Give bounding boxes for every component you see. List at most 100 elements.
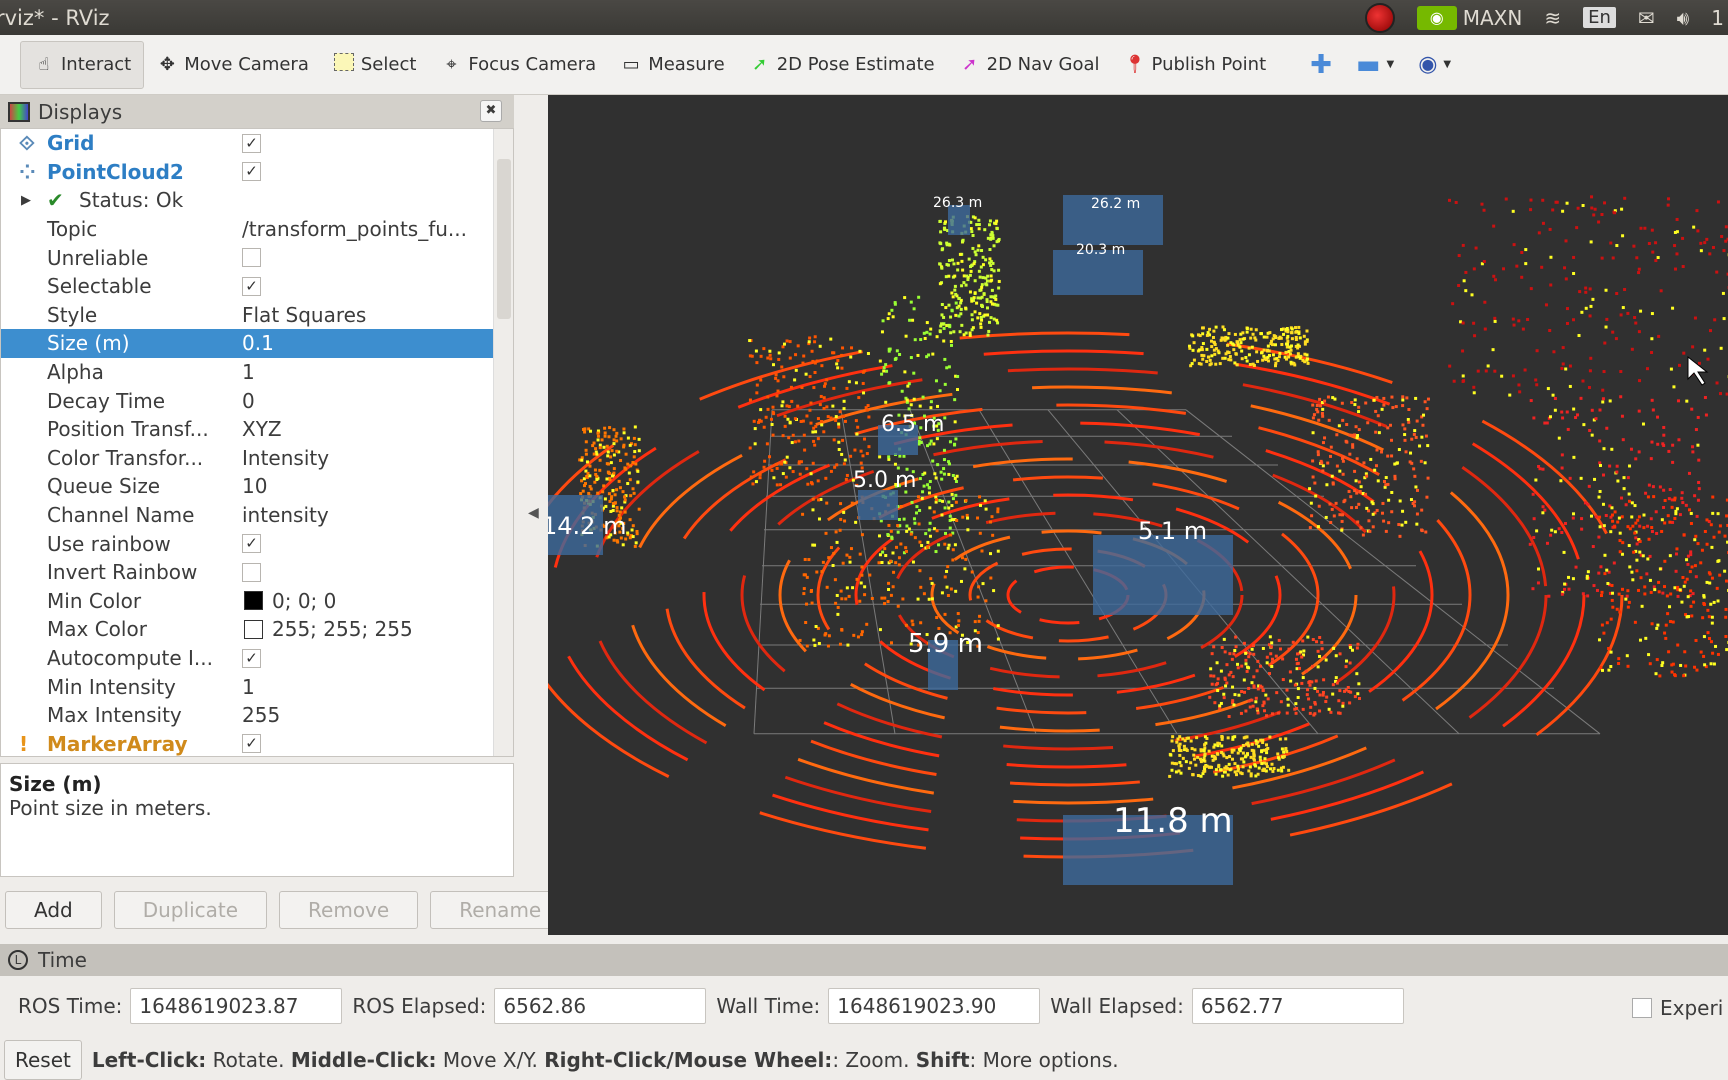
3d-viewport[interactable]: 26.3 m 26.2 m 20.3 m 6.5 m 5.0 m 14.2 m 5.1 m5… xyxy=(548,95,1728,935)
collapse-panel-icon[interactable]: ◀ xyxy=(528,505,539,521)
cloud-point xyxy=(922,484,926,488)
cloud-point xyxy=(1367,519,1371,523)
cloud-point xyxy=(1294,702,1298,706)
clock[interactable]: 1 xyxy=(1711,6,1724,30)
measure-tool[interactable]: ▭ Measure xyxy=(608,41,737,89)
property-checkbox[interactable]: ✓ xyxy=(242,534,261,554)
language-indicator[interactable]: En xyxy=(1583,7,1616,28)
property-row[interactable]: Topic/transform_points_fu... xyxy=(1,215,493,244)
cloud-point xyxy=(1718,573,1722,577)
cloud-point xyxy=(970,313,974,317)
property-value[interactable]: 1 xyxy=(242,675,255,699)
property-value[interactable]: 255 xyxy=(242,703,280,727)
nav-goal-tool[interactable]: ➚ 2D Nav Goal xyxy=(947,41,1112,89)
property-row[interactable]: Alpha 1 xyxy=(1,358,493,387)
scrollbar-thumb[interactable] xyxy=(497,159,511,319)
property-checkbox[interactable]: ✓ xyxy=(242,648,261,668)
volume-icon[interactable]: 🔊︎ xyxy=(1677,6,1690,30)
ros-elapsed-field[interactable]: 6562.86 xyxy=(494,988,707,1024)
cloud-point xyxy=(1255,669,1259,673)
wall-time-field[interactable]: 1648619023.90 xyxy=(828,988,1041,1024)
cloud-point xyxy=(1382,519,1386,523)
cloud-point xyxy=(1250,698,1254,702)
cloud-point xyxy=(610,449,614,453)
distance-label: 5.1 m xyxy=(1138,517,1207,545)
property-row[interactable]: Invert Rainbow xyxy=(1,558,493,587)
property-value[interactable]: XYZ xyxy=(242,417,282,441)
color-swatch[interactable] xyxy=(244,591,263,611)
experimental-option[interactable]: Experi xyxy=(1632,996,1723,1020)
property-row[interactable]: Queue Size 10 xyxy=(1,472,493,501)
add-tool-button[interactable]: ✚ xyxy=(1298,41,1344,89)
property-value[interactable]: Intensity xyxy=(242,446,329,470)
property-value[interactable]: 1 xyxy=(242,360,255,384)
reset-button[interactable]: Reset xyxy=(4,1040,82,1080)
property-value[interactable]: 0; 0; 0 xyxy=(272,589,336,613)
interact-tool[interactable]: ☝ Interact xyxy=(20,40,145,89)
property-row[interactable]: ▶ ✔ Status: Ok xyxy=(1,186,493,215)
property-checkbox[interactable] xyxy=(242,248,261,268)
record-icon[interactable] xyxy=(1364,2,1395,33)
remove-tool-button[interactable]: ▬ ▼ xyxy=(1344,41,1406,89)
property-row[interactable]: ⟐ Grid ✓ xyxy=(1,129,493,158)
cloud-point xyxy=(1380,511,1384,515)
property-row[interactable]: ⁘ PointCloud2 ✓ xyxy=(1,158,493,187)
property-value[interactable]: Flat Squares xyxy=(242,303,366,327)
property-row[interactable]: Size (m) 0.1 xyxy=(1,329,493,358)
property-row[interactable]: Min Intensity 1 xyxy=(1,672,493,701)
property-row[interactable]: Decay Time 0 xyxy=(1,386,493,415)
property-value[interactable]: intensity xyxy=(242,503,329,527)
power-mode[interactable]: MAXN xyxy=(1463,6,1523,30)
property-value[interactable]: 10 xyxy=(242,474,267,498)
property-row[interactable]: Max Intensity 255 xyxy=(1,701,493,730)
mail-icon[interactable]: ✉ xyxy=(1638,6,1655,30)
property-row[interactable]: Min Color 0; 0; 0 xyxy=(1,587,493,616)
property-name: Min Intensity xyxy=(47,674,176,699)
property-checkbox[interactable] xyxy=(242,562,261,582)
remove-button[interactable]: Remove xyxy=(279,891,419,929)
property-row[interactable]: Use rainbow ✓ xyxy=(1,529,493,558)
property-checkbox[interactable]: ✓ xyxy=(242,133,261,153)
property-value[interactable]: 255; 255; 255 xyxy=(272,617,413,641)
property-row[interactable]: Channel Name intensity xyxy=(1,501,493,530)
property-value[interactable]: /transform_points_fu... xyxy=(242,217,467,241)
move-camera-tool[interactable]: ✥ Move Camera xyxy=(144,41,321,89)
cloud-point xyxy=(1303,340,1307,344)
focus-camera-tool[interactable]: ⌖ Focus Camera xyxy=(428,41,608,89)
property-row[interactable]: Autocompute I... ✓ xyxy=(1,644,493,673)
close-icon[interactable]: ✖ xyxy=(480,100,502,122)
cloud-point xyxy=(1341,704,1345,708)
property-value[interactable]: 0 xyxy=(242,389,255,413)
cloud-point xyxy=(1227,714,1231,718)
publish-point-tool[interactable]: 📍︎ Publish Point xyxy=(1112,41,1279,89)
ros-time-field[interactable]: 1648619023.87 xyxy=(130,988,343,1024)
cloud-point xyxy=(1236,666,1240,670)
add-button[interactable]: Add xyxy=(5,891,102,929)
wifi-icon[interactable]: ≋ xyxy=(1544,6,1561,30)
point-cloud-render[interactable]: 26.3 m 26.2 m20.3 m6.5 m5.0 m14.2 m 5.1 m5… xyxy=(548,95,1728,935)
tree-scrollbar[interactable] xyxy=(493,129,513,756)
property-value[interactable]: 0.1 xyxy=(242,331,274,355)
property-row[interactable]: Selectable ✓ xyxy=(1,272,493,301)
property-checkbox[interactable]: ✓ xyxy=(242,734,261,754)
cloud-point xyxy=(905,398,909,402)
expand-arrow-icon[interactable]: ▶ xyxy=(21,193,31,208)
duplicate-button[interactable]: Duplicate xyxy=(113,891,268,929)
pose-estimate-tool[interactable]: ➚ 2D Pose Estimate xyxy=(737,41,947,89)
wall-elapsed-field[interactable]: 6562.77 xyxy=(1191,988,1404,1024)
property-row[interactable]: Style Flat Squares xyxy=(1,301,493,330)
nvidia-icon[interactable]: ◉ xyxy=(1416,5,1457,30)
select-tool[interactable]: Select xyxy=(321,41,429,89)
property-name: Queue Size xyxy=(47,474,161,499)
property-checkbox[interactable]: ✓ xyxy=(242,276,261,296)
color-swatch[interactable] xyxy=(244,619,263,639)
property-checkbox[interactable]: ✓ xyxy=(242,162,261,182)
property-row[interactable]: Position Transf... XYZ xyxy=(1,415,493,444)
property-row[interactable]: Color Transfor... Intensity xyxy=(1,444,493,473)
property-row[interactable]: Max Color 255; 255; 255 xyxy=(1,615,493,644)
property-row[interactable]: ! MarkerArray ✓ xyxy=(1,730,493,756)
panels-button[interactable]: ◉ ▼ xyxy=(1406,41,1463,89)
property-row[interactable]: Unreliable xyxy=(1,243,493,272)
cloud-point xyxy=(1294,326,1298,330)
experimental-checkbox[interactable] xyxy=(1632,998,1652,1018)
